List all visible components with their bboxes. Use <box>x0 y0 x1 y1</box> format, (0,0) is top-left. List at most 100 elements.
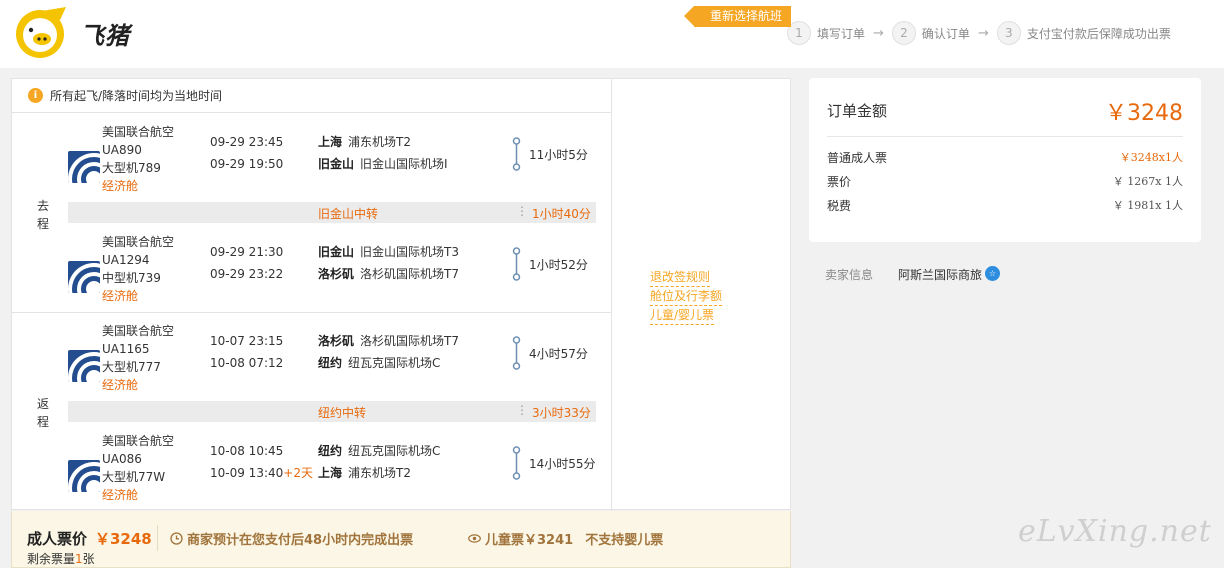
united-airlines-logo-icon <box>68 151 100 183</box>
flight-times: 10-07 23:15 10-08 07:12 <box>210 330 283 374</box>
flight-airports: 旧金山 旧金山国际机场T3 洛杉矶 洛杉矶国际机场T7 <box>318 241 459 285</box>
cabin-class: 经济舱 <box>102 289 139 303</box>
departure-airport: 浦东机场T2 <box>348 135 411 149</box>
departure-time: 10-08 10:45 <box>210 444 284 458</box>
transfer-duration: 3小时33分 <box>532 406 591 420</box>
step-arrow-icon: → <box>873 25 884 41</box>
departure-time: 09-29 23:45 <box>210 135 284 149</box>
cabin-class: 经济舱 <box>102 179 139 193</box>
seller-name-link[interactable]: 阿斯兰国际商旅 <box>898 266 982 283</box>
united-airlines-logo-icon <box>68 460 100 492</box>
reselect-flight-button[interactable]: 重新选择航班 <box>684 6 791 27</box>
airline-info: 美国联合航空 UA1165 大型机777 经济舱 <box>102 322 174 394</box>
transfer-separator: ⋮ <box>516 403 528 417</box>
transfer-bar-outbound: 旧金山中转 ⋮ 1小时40分 <box>68 202 596 223</box>
arrival-time: 10-09 13:40 <box>210 466 284 480</box>
arrival-airport: 旧金山国际机场I <box>360 157 448 171</box>
duration-text: 1小时52分 <box>529 257 588 272</box>
seller-level-badge-icon: ☆ <box>985 266 1000 281</box>
remaining-unit: 张 <box>82 552 95 566</box>
aircraft-type: 中型机739 <box>102 271 161 285</box>
local-time-notice: i 所有起飞/降落时间均为当地时间 <box>12 79 611 113</box>
child-ticket-info: 儿童票￥3241 不支持婴儿票 <box>468 529 663 548</box>
arrival-city: 纽约 <box>318 356 343 370</box>
arrival-time: 09-29 23:22 <box>210 267 284 281</box>
departure-airport: 纽瓦克国际机场C <box>348 444 441 458</box>
divider <box>827 136 1183 137</box>
policy-links: 退改签规则 舱位及行李额 儿童/婴儿票 <box>650 268 740 325</box>
fliggy-pig-logo-icon[interactable] <box>12 6 74 58</box>
arrival-city: 上海 <box>318 466 343 480</box>
flight-duration: 14小时55分 <box>512 446 596 480</box>
adult-price: ￥3248 <box>95 530 152 548</box>
order-amount-title: 订单金额 <box>827 102 888 120</box>
airline-info: 美国联合航空 UA086 大型机77W 经济舱 <box>102 432 174 504</box>
departure-city: 纽约 <box>318 444 343 458</box>
divider <box>157 525 158 551</box>
ticketing-note: 商家预计在您支付后48小时内完成出票 <box>170 529 413 548</box>
departure-city: 上海 <box>318 135 343 149</box>
route-line-icon <box>512 247 521 281</box>
step-pay: 3 支付宝付款后保障成功出票 <box>996 21 1171 45</box>
flight-duration: 4小时57分 <box>512 336 588 370</box>
divider <box>611 79 612 511</box>
price-row-label: 税费 <box>827 199 852 213</box>
seller-label: 卖家信息 <box>825 268 874 282</box>
transfer-separator: ⋮ <box>516 204 528 218</box>
refund-change-rules-link[interactable]: 退改签规则 <box>650 268 711 287</box>
airline-info: 美国联合航空 UA890 大型机789 经济舱 <box>102 123 174 195</box>
return-label: 返程 <box>37 397 50 429</box>
step-label: 填写订单 <box>817 26 866 41</box>
cabin-class: 经济舱 <box>102 378 139 392</box>
airline-info: 美国联合航空 UA1294 中型机739 经济舱 <box>102 233 174 305</box>
price-row-label: 票价 <box>827 175 852 189</box>
price-row-value: ￥3248x1人 <box>1119 151 1183 164</box>
departure-airport: 洛杉矶国际机场T7 <box>360 334 459 348</box>
departure-city: 旧金山 <box>318 245 355 259</box>
flight-segment-return-1: 美国联合航空 UA1165 大型机777 经济舱 10-07 23:15 10-… <box>68 322 608 402</box>
eye-icon <box>468 534 481 543</box>
duration-text: 4小时57分 <box>529 346 588 361</box>
duration-text: 11小时5分 <box>529 147 588 162</box>
segment-divider <box>12 312 611 313</box>
step-confirm-order: 2 确认订单 <box>891 21 970 45</box>
notice-text: 所有起飞/降落时间均为当地时间 <box>50 89 223 103</box>
departure-city: 洛杉矶 <box>318 334 355 348</box>
flight-number: UA1165 <box>102 342 150 356</box>
aircraft-type: 大型机777 <box>102 360 161 374</box>
price-row-value: ￥ 1267x 1人 <box>1112 175 1183 188</box>
flight-segment-outbound-1: 美国联合航空 UA890 大型机789 经济舱 09-29 23:45 09-2… <box>68 123 608 203</box>
price-row-value: ￥ 1981x 1人 <box>1112 199 1183 212</box>
arrival-time: 10-08 07:12 <box>210 356 284 370</box>
info-icon: i <box>28 88 43 103</box>
price-row-fare: 票价 ￥ 1267x 1人 <box>827 173 1183 191</box>
airline-name: 美国联合航空 <box>102 434 175 448</box>
departure-airport: 旧金山国际机场T3 <box>360 245 459 259</box>
step-fill-order: 1 填写订单 <box>787 21 865 45</box>
adult-price-label: 成人票价 <box>27 530 88 548</box>
flight-segment-outbound-2: 美国联合航空 UA1294 中型机739 经济舱 09-29 21:30 09-… <box>68 233 608 313</box>
flight-duration: 11小时5分 <box>512 137 588 171</box>
duration-text: 14小时55分 <box>529 456 596 471</box>
united-airlines-logo-icon <box>68 261 100 293</box>
flight-duration: 1小时52分 <box>512 247 588 281</box>
flight-times: 09-29 23:45 09-29 19:50 <box>210 131 283 175</box>
arrival-airport: 纽瓦克国际机场C <box>348 356 441 370</box>
flight-segment-return-2: 美国联合航空 UA086 大型机77W 经济舱 10-08 10:45 10-0… <box>68 432 608 512</box>
price-summary-bar: 成人票价 ￥3248 剩余票量1张 商家预计在您支付后48小时内完成出票 儿童票… <box>11 511 791 568</box>
day-offset: +2天 <box>283 466 313 480</box>
united-airlines-logo-icon <box>68 350 100 382</box>
step-label: 支付宝付款后保障成功出票 <box>1026 26 1171 41</box>
child-infant-ticket-link[interactable]: 儿童/婴儿票 <box>650 306 715 325</box>
cabin-baggage-link[interactable]: 舱位及行李额 <box>650 287 723 306</box>
flight-airports: 上海 浦东机场T2 旧金山 旧金山国际机场I <box>318 131 448 175</box>
transfer-duration: 1小时40分 <box>532 207 591 221</box>
order-total: ￥3248 <box>1105 101 1183 126</box>
departure-time: 10-07 23:15 <box>210 334 284 348</box>
arrival-airport: 浦东机场T2 <box>348 466 411 480</box>
airline-name: 美国联合航空 <box>102 125 175 139</box>
price-row-label: 普通成人票 <box>827 151 888 165</box>
step-number: 2 <box>891 21 916 45</box>
aircraft-type: 大型机77W <box>102 470 166 484</box>
transfer-city: 纽约中转 <box>318 406 367 420</box>
